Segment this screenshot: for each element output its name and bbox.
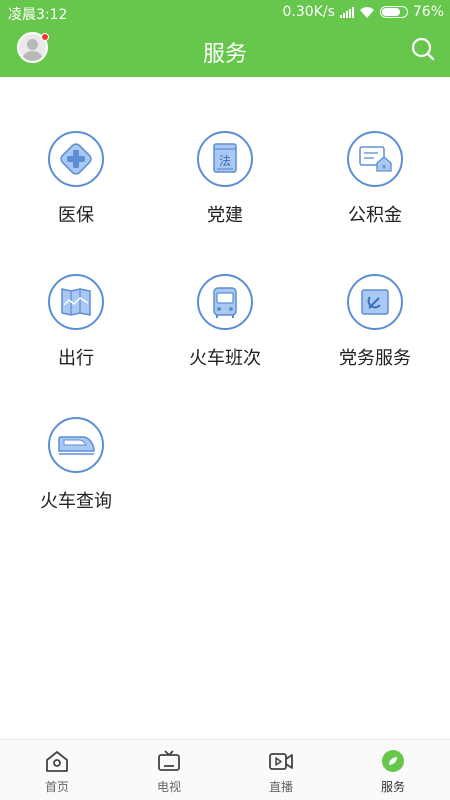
- tab-label: 首页: [44, 780, 69, 794]
- status-right: 0.30K/s 76%: [283, 4, 445, 20]
- wifi-icon: [359, 6, 374, 18]
- high-speed-train-icon: [48, 417, 104, 473]
- service-label: 医保: [58, 205, 94, 226]
- service-label: 党务服务: [339, 348, 411, 369]
- tab-label: 直播: [268, 780, 293, 794]
- law-book-icon: 法: [197, 131, 253, 187]
- screen: 凌晨3:12 0.30K/s 76% 服务 医保 法 党建 ¥ 公积金 出行 火…: [0, 0, 450, 800]
- bottom-tab-bar: 首页 电视 直播 服务: [0, 739, 450, 800]
- bus-icon: [197, 274, 253, 330]
- compass-leaf-icon: [382, 750, 404, 772]
- service-item-travel[interactable]: 出行: [16, 274, 136, 370]
- svg-text:¥: ¥: [382, 164, 386, 171]
- tab-tv[interactable]: 电视: [113, 748, 225, 795]
- battery-percent: 76%: [412, 4, 444, 20]
- party-flag-icon: [347, 274, 403, 330]
- service-label: 党建: [207, 205, 243, 226]
- service-item-party-affairs[interactable]: 党务服务: [315, 274, 435, 370]
- status-time: 凌晨3:12: [8, 7, 68, 23]
- svg-text:法: 法: [219, 154, 231, 168]
- service-label: 火车查询: [40, 491, 112, 512]
- service-item-party-building[interactable]: 法 党建: [165, 131, 285, 227]
- tv-icon: [158, 750, 180, 771]
- video-camera-icon: [269, 753, 293, 770]
- network-speed: 0.30K/s: [282, 4, 335, 20]
- search-icon[interactable]: [410, 36, 436, 62]
- service-label: 出行: [58, 348, 94, 369]
- tab-label: 电视: [156, 780, 181, 794]
- page-title: 服务: [202, 42, 247, 67]
- service-item-train-schedule[interactable]: 火车班次: [165, 274, 285, 370]
- home-icon: [46, 751, 68, 772]
- service-label: 公积金: [348, 205, 402, 226]
- tab-home[interactable]: 首页: [1, 748, 113, 795]
- map-icon: [48, 274, 104, 330]
- tab-live[interactable]: 直播: [225, 748, 337, 795]
- battery-icon: [379, 6, 408, 18]
- housing-fund-icon: ¥: [347, 131, 403, 187]
- app-header: 服务: [0, 25, 450, 77]
- battery-fill: [381, 8, 401, 16]
- medical-insurance-icon: [48, 131, 104, 187]
- tab-label: 服务: [380, 780, 405, 794]
- service-item-housing-fund[interactable]: ¥ 公积金: [315, 131, 435, 227]
- status-bar: 凌晨3:12 0.30K/s 76%: [0, 0, 450, 25]
- service-item-train-query[interactable]: 火车查询: [16, 417, 136, 513]
- tab-service[interactable]: 服务: [337, 748, 449, 795]
- service-label: 火车班次: [189, 348, 261, 369]
- service-item-medical-insurance[interactable]: 医保: [16, 131, 136, 227]
- signal-icon: [339, 6, 354, 18]
